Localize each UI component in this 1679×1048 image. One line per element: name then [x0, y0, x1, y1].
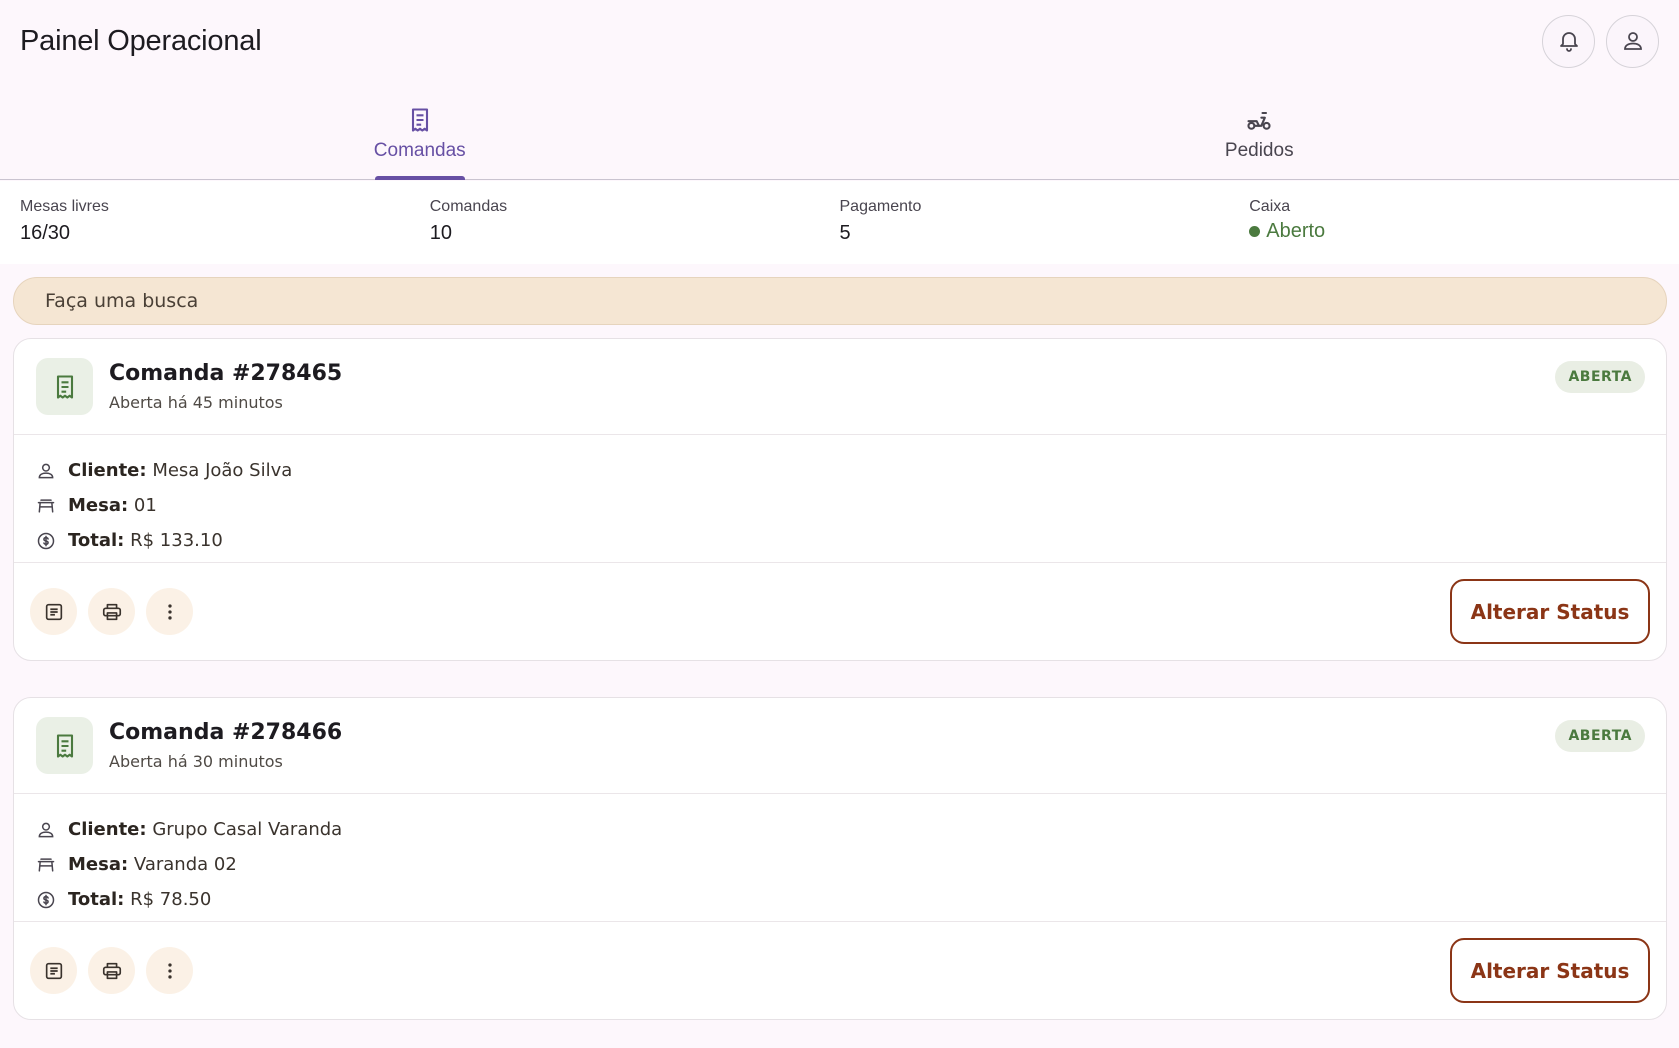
client-value: Mesa João Silva — [152, 460, 293, 481]
stats-bar: Mesas livres 16/30 Comandas 10 Pagamento… — [0, 181, 1679, 264]
change-status-button[interactable]: Alterar Status — [1450, 579, 1650, 644]
card-title-block: Comanda #278466 Aberta há 30 minutos — [109, 720, 342, 771]
table-value: 01 — [133, 495, 157, 516]
card-subtitle: Aberta há 30 minutos — [109, 752, 283, 771]
table-icon — [37, 498, 55, 513]
print-button[interactable] — [88, 947, 135, 994]
total-text: Total: R$ 78.50 — [68, 889, 211, 910]
total-row: Total: R$ 78.50 — [36, 882, 1666, 917]
change-status-button[interactable]: Alterar Status — [1450, 938, 1650, 1003]
document-icon — [45, 962, 62, 979]
card-actions: Alterar Status — [14, 563, 1666, 660]
total-row: Total: R$ 133.10 — [36, 523, 1666, 558]
notifications-button[interactable] — [1542, 14, 1595, 68]
client-text: Cliente: Grupo Casal Varanda — [68, 819, 342, 840]
stat-payment: Pagamento 5 — [840, 181, 1250, 264]
order-card: Comanda #278466 Aberta há 30 minutos ABE… — [13, 697, 1667, 1020]
stat-value: 16/30 — [20, 222, 71, 244]
total-label: Total: — [68, 530, 125, 551]
more-button[interactable] — [146, 947, 193, 994]
profile-button[interactable] — [1606, 14, 1659, 68]
card-details: Cliente: Grupo Casal Varanda Mesa: Varan… — [14, 794, 1666, 922]
printer-icon — [102, 603, 121, 620]
tab-label: Pedidos — [1224, 139, 1294, 161]
tab-comandas[interactable]: Comandas — [0, 82, 840, 180]
app-bar: Painel Operacional — [0, 0, 1679, 82]
total-label: Total: — [68, 889, 125, 910]
card-header: Comanda #278466 Aberta há 30 minutos ABE… — [14, 698, 1666, 794]
client-row: Cliente: Mesa João Silva — [36, 453, 1666, 488]
active-tab-indicator — [374, 176, 465, 180]
bell-icon — [1559, 32, 1578, 52]
icon-actions — [30, 947, 193, 994]
stat-register: Caixa Aberto — [1249, 181, 1659, 264]
receipt-icon — [56, 733, 73, 758]
card-details: Cliente: Mesa João Silva Mesa: 01 Total:… — [14, 435, 1666, 563]
stat-label: Caixa — [1249, 198, 1291, 215]
stat-label: Pagamento — [839, 198, 922, 215]
tab-label: Comandas — [373, 139, 466, 161]
printer-icon — [102, 962, 121, 979]
tab-pedidos[interactable]: Pedidos — [840, 82, 1679, 179]
dollar-icon — [37, 891, 55, 908]
client-text: Cliente: Mesa João Silva — [68, 460, 292, 481]
client-label: Cliente: — [68, 460, 147, 481]
status-badge: ABERTA — [1555, 720, 1645, 752]
register-status-text: Aberto — [1266, 220, 1326, 242]
status-badge: ABERTA — [1555, 361, 1645, 393]
client-value: Grupo Casal Varanda — [152, 819, 343, 840]
table-text: Mesa: 01 — [68, 495, 157, 516]
search-bar[interactable] — [13, 277, 1667, 325]
table-row: Mesa: 01 — [36, 488, 1666, 523]
card-actions: Alterar Status — [14, 922, 1666, 1019]
register-status: Aberto — [1249, 220, 1659, 243]
tab-bar: Comandas Pedidos — [0, 82, 1679, 180]
card-title: Comanda #278466 — [109, 720, 343, 745]
stat-label: Comandas — [429, 198, 508, 215]
total-value: R$ 133.10 — [130, 530, 223, 551]
card-icon-box — [36, 358, 93, 415]
stat-value: 10 — [429, 222, 452, 244]
more-button[interactable] — [146, 588, 193, 635]
card-title-block: Comanda #278465 Aberta há 45 minutos — [109, 361, 342, 412]
table-value: Varanda 02 — [133, 854, 237, 875]
more-vert-icon — [167, 962, 172, 979]
icon-actions — [30, 588, 193, 635]
person-icon — [1623, 32, 1642, 50]
table-row: Mesa: Varanda 02 — [36, 847, 1666, 882]
receipt-icon — [411, 107, 428, 132]
stat-free-tables: Mesas livres 16/30 — [20, 181, 430, 264]
card-header: Comanda #278465 Aberta há 45 minutos ABE… — [14, 339, 1666, 435]
card-title: Comanda #278465 — [109, 361, 343, 386]
card-icon-box — [36, 717, 93, 774]
client-row: Cliente: Grupo Casal Varanda — [36, 812, 1666, 847]
details-button[interactable] — [30, 588, 77, 635]
person-icon — [38, 463, 54, 478]
stat-label: Mesas livres — [20, 198, 109, 215]
card-subtitle: Aberta há 45 minutos — [109, 393, 283, 412]
document-icon — [45, 603, 62, 620]
stat-value: 5 — [839, 222, 851, 244]
more-vert-icon — [167, 603, 172, 620]
status-dot — [1249, 226, 1261, 237]
stat-orders: Comandas 10 — [430, 181, 840, 264]
table-label: Mesa: — [68, 854, 129, 875]
table-icon — [37, 857, 55, 872]
scooter-icon — [1247, 111, 1271, 130]
page-title: Painel Operacional — [20, 24, 262, 57]
print-button[interactable] — [88, 588, 135, 635]
table-text: Mesa: Varanda 02 — [68, 854, 237, 875]
dollar-icon — [37, 532, 55, 549]
total-text: Total: R$ 133.10 — [68, 530, 223, 551]
header-actions — [1542, 14, 1659, 68]
person-icon — [38, 822, 54, 837]
order-card: Comanda #278465 Aberta há 45 minutos ABE… — [13, 338, 1667, 661]
receipt-icon — [56, 374, 73, 399]
client-label: Cliente: — [68, 819, 147, 840]
total-value: R$ 78.50 — [130, 889, 212, 910]
details-button[interactable] — [30, 947, 77, 994]
table-label: Mesa: — [68, 495, 129, 516]
search-input[interactable] — [45, 290, 1666, 312]
